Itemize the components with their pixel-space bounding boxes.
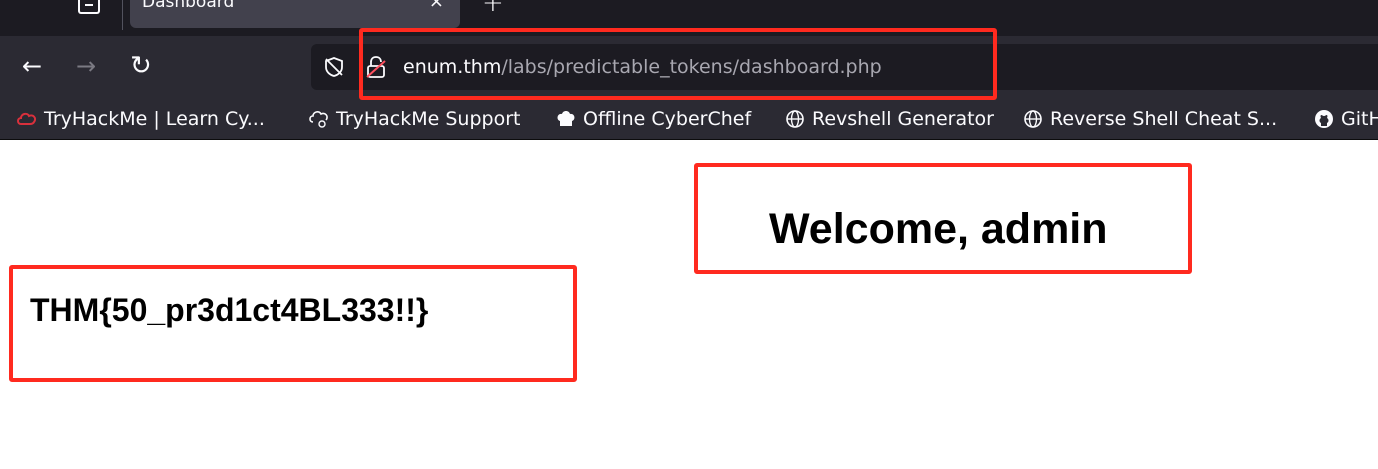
globe-icon bbox=[1024, 110, 1042, 128]
reload-button[interactable]: ↻ bbox=[130, 51, 152, 81]
tab-separator bbox=[122, 0, 123, 30]
bookmarks-toolbar: TryHackMe | Learn Cy... TryHackMe Suppor… bbox=[0, 98, 1378, 140]
bookmark-label: Reverse Shell Cheat S... bbox=[1050, 108, 1278, 130]
chef-hat-icon bbox=[557, 111, 575, 126]
bookmark-label: GitH bbox=[1341, 108, 1378, 130]
new-tab-button[interactable]: + bbox=[482, 0, 504, 18]
bookmark-tryhackme-support[interactable]: TryHackMe Support bbox=[308, 106, 520, 132]
bookmark-offline-cyberchef[interactable]: Offline CyberChef bbox=[555, 106, 751, 132]
back-button[interactable]: ← bbox=[22, 51, 42, 81]
tryhackme-cloud-icon bbox=[17, 112, 37, 125]
tryhackme-support-icon bbox=[309, 111, 328, 128]
bookmark-revshell-generator[interactable]: Revshell Generator bbox=[784, 106, 994, 132]
github-icon bbox=[1315, 110, 1333, 128]
bookmark-github[interactable]: GitH bbox=[1313, 106, 1378, 132]
bookmark-label: TryHackMe | Learn Cy... bbox=[44, 108, 265, 130]
bookmark-tryhackme[interactable]: TryHackMe | Learn Cy... bbox=[16, 106, 265, 132]
annotation-box-welcome bbox=[694, 163, 1192, 274]
globe-icon bbox=[786, 110, 804, 128]
tab-title: Dashboard bbox=[142, 0, 235, 12]
annotation-box-flag bbox=[9, 265, 577, 382]
annotation-box-url bbox=[359, 28, 997, 100]
forward-button[interactable]: → bbox=[76, 51, 96, 81]
tab-list-icon[interactable] bbox=[78, 0, 100, 14]
bookmark-label: TryHackMe Support bbox=[336, 108, 521, 130]
bookmark-label: Offline CyberChef bbox=[583, 108, 752, 130]
bookmark-label: Revshell Generator bbox=[812, 108, 994, 130]
tracking-protection-shield-icon[interactable] bbox=[323, 56, 345, 78]
tab-close-icon[interactable]: × bbox=[429, 0, 444, 12]
tab-dashboard[interactable]: Dashboard × bbox=[130, 0, 460, 28]
bookmark-reverse-shell-cheat-sheet[interactable]: Reverse Shell Cheat S... bbox=[1022, 106, 1277, 132]
